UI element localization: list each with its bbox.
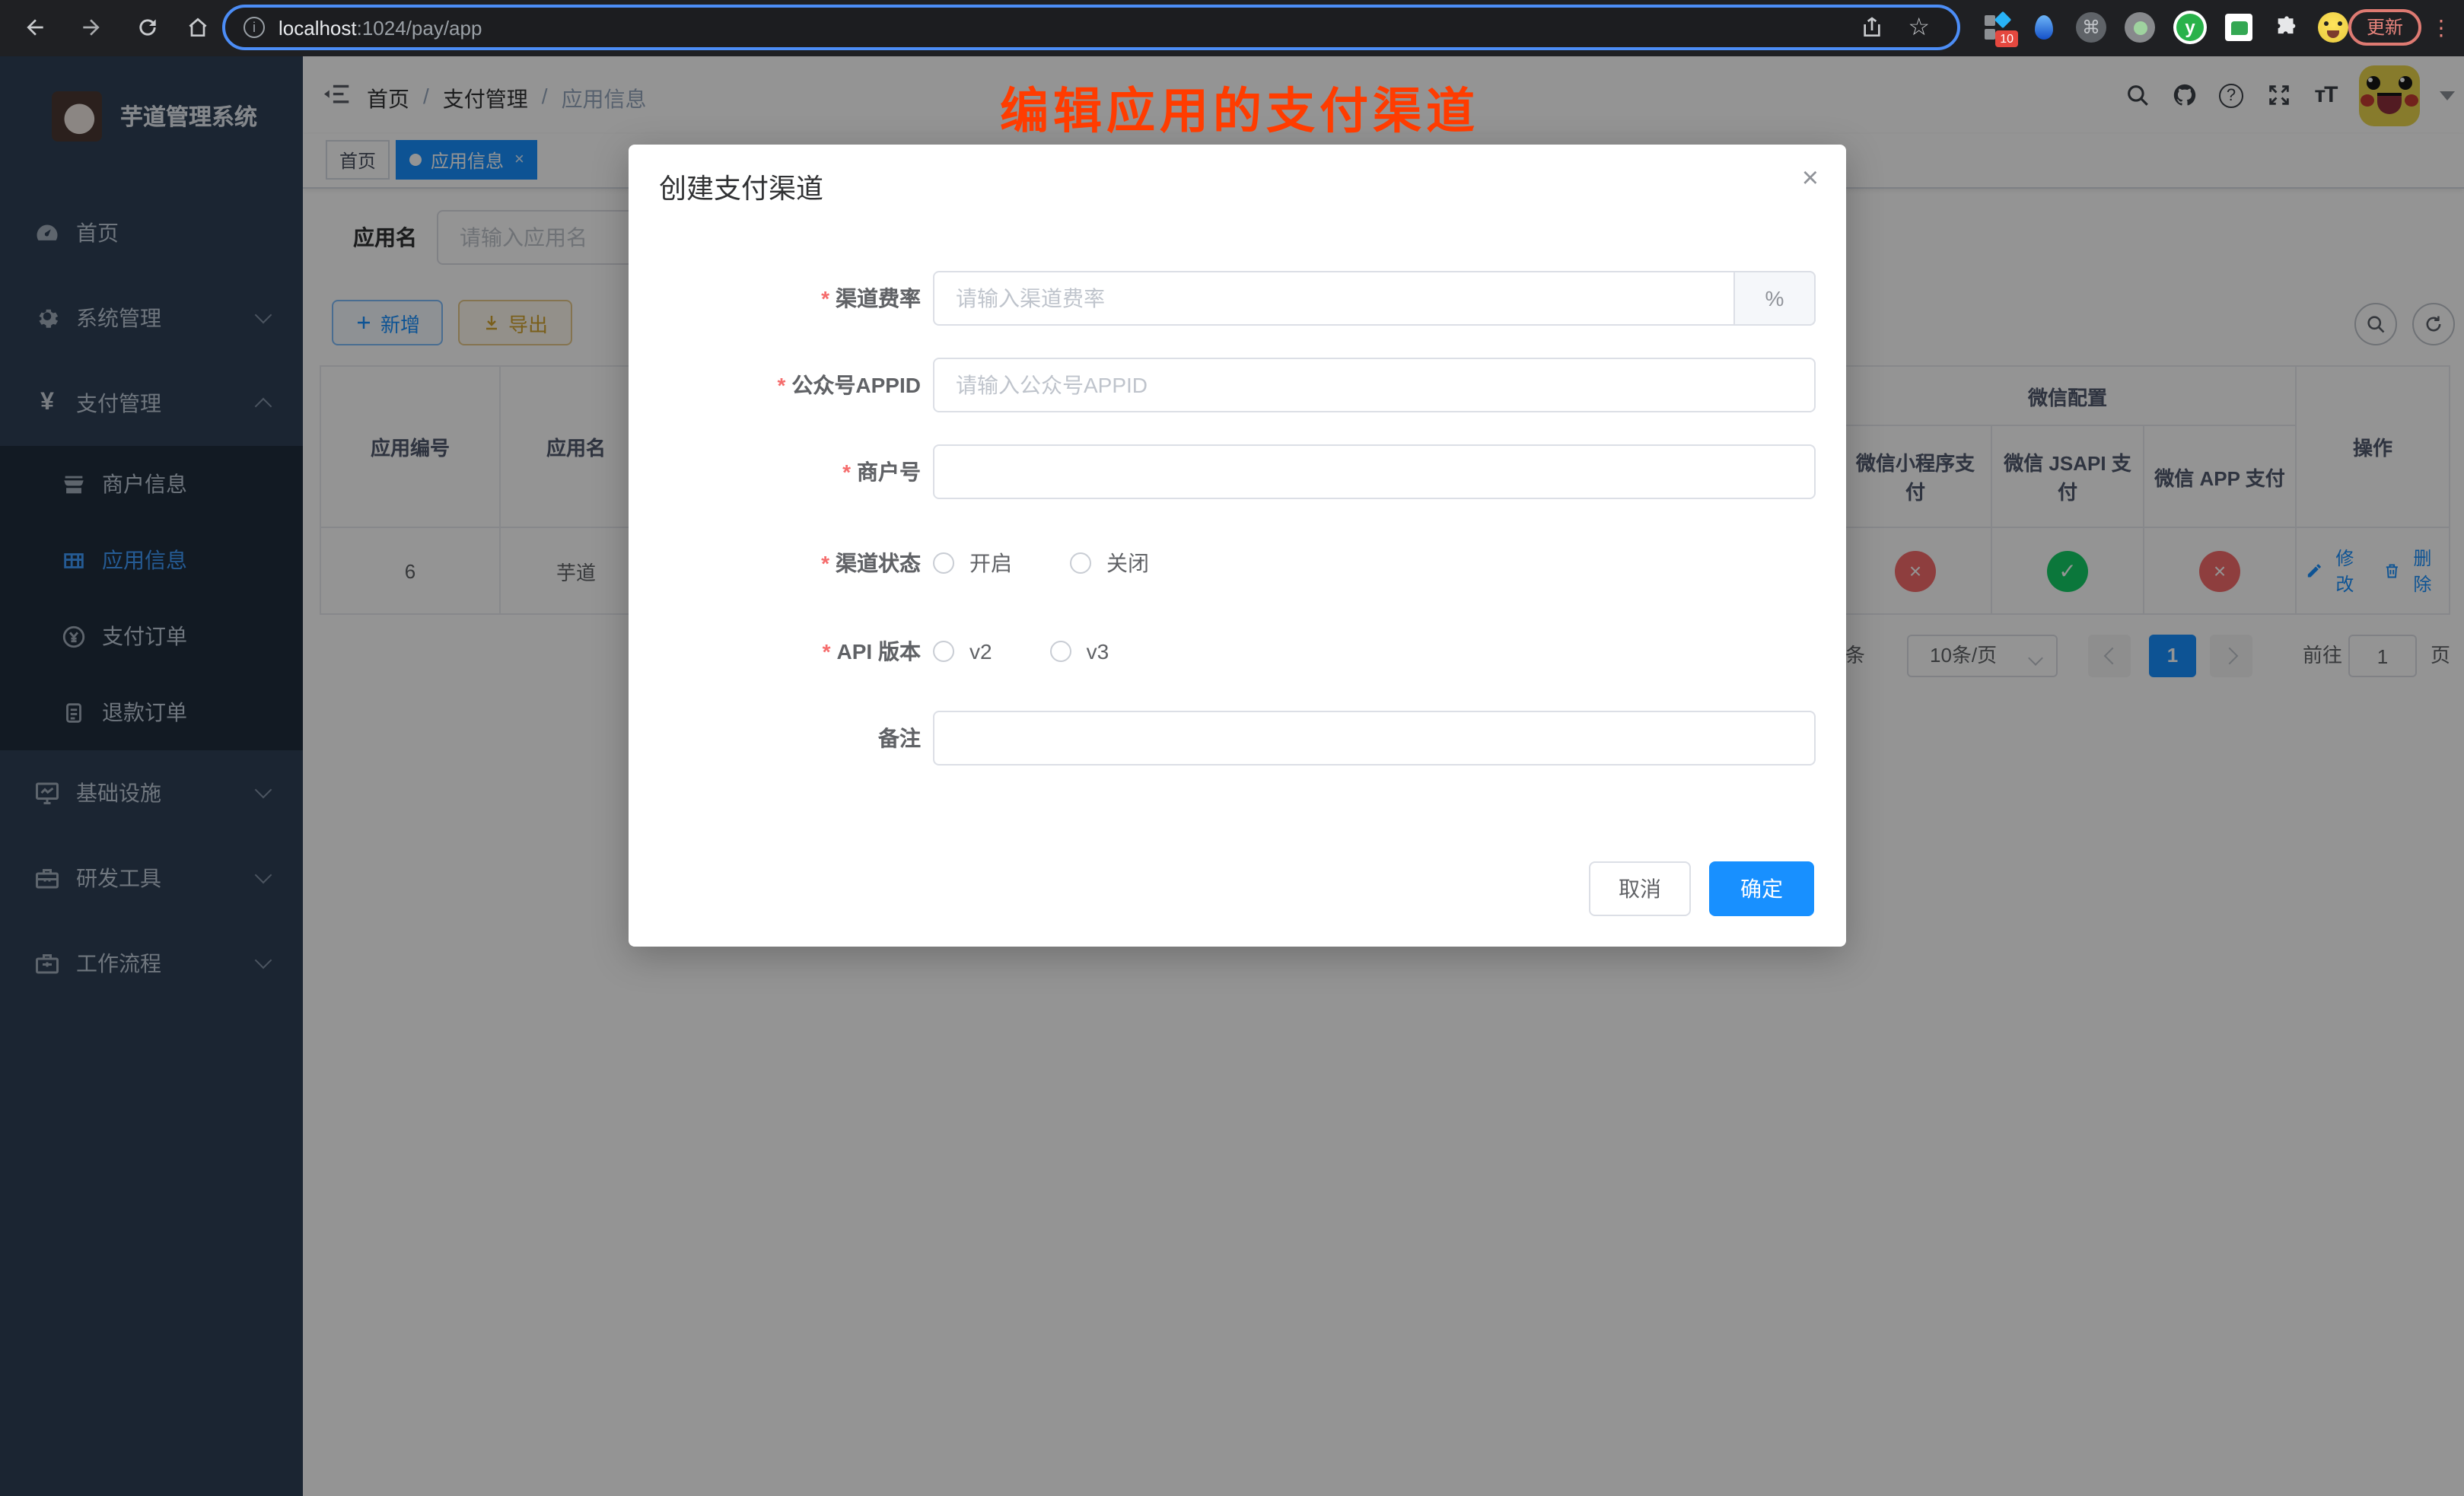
extension-tiles-icon[interactable]: 10 — [1980, 9, 2017, 46]
radio-closed-label[interactable]: 关闭 — [1106, 548, 1149, 578]
url-path: :1024/pay/app — [357, 16, 482, 39]
browser-reload-icon[interactable] — [131, 11, 164, 44]
bookmark-star-icon[interactable]: ☆ — [1908, 12, 1930, 43]
radio-v2-label[interactable]: v2 — [969, 639, 992, 664]
share-icon[interactable] — [1860, 15, 1884, 47]
radio-v3-label[interactable]: v3 — [1087, 639, 1109, 664]
api-version-radio-group: v2 v3 — [933, 624, 1151, 679]
browser-forward-icon[interactable] — [75, 11, 108, 44]
radio-open-label[interactable]: 开启 — [969, 548, 1012, 578]
extension-y-icon[interactable]: y — [2172, 9, 2208, 46]
required-mark: * — [823, 639, 831, 664]
field-label-channel-status: *渠道状态 — [629, 536, 921, 590]
channel-rate-input[interactable] — [933, 271, 1816, 326]
confirm-button[interactable]: 确定 — [1709, 861, 1814, 916]
cancel-button[interactable]: 取消 — [1589, 861, 1691, 916]
screen: i localhost:1024/pay/app ☆ 10 ⌘ y 更新 ⋮ 芋… — [0, 0, 2464, 1496]
extension-badge: 10 — [1995, 30, 2018, 47]
annotation-text: 编辑应用的支付渠道 — [1000, 73, 1479, 143]
browser-home-icon[interactable] — [181, 11, 215, 44]
radio-v2[interactable] — [933, 641, 954, 662]
browser-update-button[interactable]: 更新 — [2348, 9, 2421, 46]
field-label-merchant-no: *商户号 — [629, 444, 921, 499]
profile-emoji-avatar[interactable] — [2315, 9, 2351, 46]
required-mark: * — [842, 460, 851, 484]
create-payment-channel-dialog: 创建支付渠道 × *渠道费率 % *公众号APPID *商户号 *渠道状态 开启… — [629, 145, 1846, 947]
merchant-no-input[interactable] — [933, 444, 1816, 499]
field-label-api-version: *API 版本 — [629, 624, 921, 679]
required-mark: * — [821, 286, 829, 310]
channel-status-radio-group: 开启 关闭 — [933, 536, 1192, 590]
radio-v3[interactable] — [1050, 641, 1071, 662]
extension-chat-icon[interactable] — [2220, 9, 2257, 46]
url-host: localhost — [279, 16, 357, 39]
field-label-appid: *公众号APPID — [629, 358, 921, 412]
required-mark: * — [778, 373, 786, 397]
extension-command-icon[interactable]: ⌘ — [2073, 9, 2109, 46]
radio-closed[interactable] — [1070, 552, 1091, 574]
address-bar[interactable]: i localhost:1024/pay/app ☆ — [222, 5, 1960, 50]
dialog-title: 创建支付渠道 — [659, 167, 823, 207]
required-mark: * — [821, 551, 829, 575]
field-label-remark: 备注 — [629, 711, 921, 766]
remark-input[interactable] — [933, 711, 1816, 766]
browser-back-icon[interactable] — [18, 11, 52, 44]
site-info-icon[interactable]: i — [244, 17, 265, 38]
browser-chrome: i localhost:1024/pay/app ☆ 10 ⌘ y 更新 ⋮ — [0, 0, 2464, 56]
close-icon[interactable]: × — [1802, 164, 1819, 195]
extension-dot-icon[interactable] — [2122, 9, 2158, 46]
url-text: localhost:1024/pay/app — [279, 16, 482, 39]
percent-suffix: % — [1733, 271, 1816, 326]
appid-input[interactable] — [933, 358, 1816, 412]
extension-balloon-icon[interactable] — [2026, 9, 2062, 46]
extensions-puzzle-icon[interactable] — [2268, 9, 2304, 46]
radio-open[interactable] — [933, 552, 954, 574]
field-label-channel-rate: *渠道费率 — [629, 271, 921, 326]
browser-menu-icon[interactable]: ⋮ — [2431, 9, 2452, 46]
